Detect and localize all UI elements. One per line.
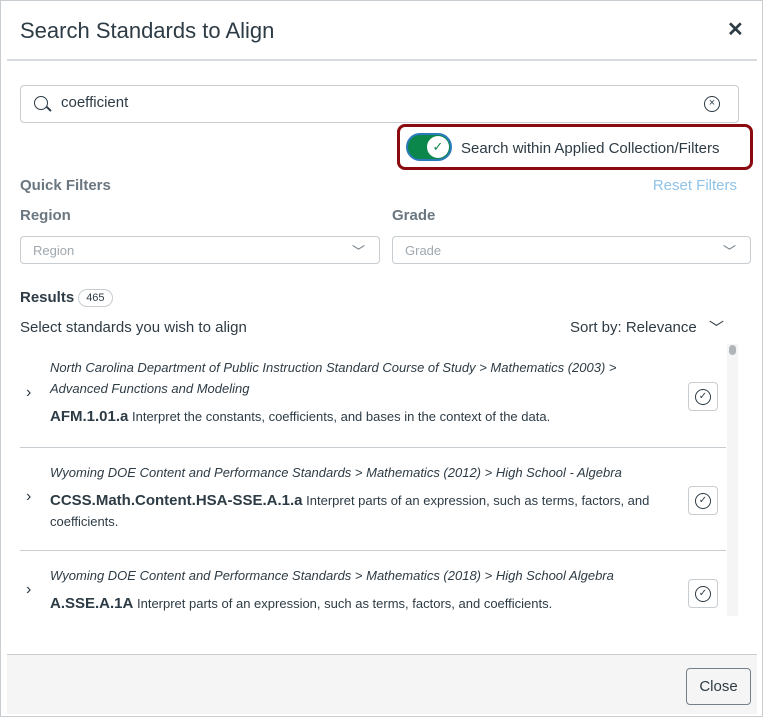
- standard-path: Wyoming DOE Content and Performance Stan…: [50, 465, 622, 480]
- toggle-label: Search within Applied Collection/Filters: [461, 140, 720, 157]
- list-item: › Wyoming DOE Content and Performance St…: [20, 551, 726, 616]
- quick-filters-heading: Quick Filters: [20, 177, 111, 194]
- region-label: Region: [20, 207, 71, 224]
- check-circle-icon: ✓: [695, 389, 711, 405]
- grade-placeholder: Grade: [405, 243, 442, 258]
- standard-code: A.SSE.A.1A: [50, 595, 134, 612]
- check-circle-icon: ✓: [695, 586, 711, 602]
- results-label: Results: [20, 289, 75, 306]
- search-icon: [34, 96, 48, 110]
- expand-chevron-icon[interactable]: ›: [26, 384, 31, 402]
- chevron-down-icon: ﹀: [722, 244, 736, 259]
- search-within-toggle[interactable]: ✓: [406, 133, 452, 161]
- standard-code: AFM.1.01.a: [50, 408, 129, 425]
- standard-description: Interpret the constants, coefficients, a…: [132, 409, 551, 424]
- close-icon[interactable]: ✕: [727, 17, 744, 42]
- modal-title: Search Standards to Align: [20, 18, 275, 43]
- search-standards-modal: Search Standards to Align ✕ × ✓ Search w…: [0, 0, 763, 717]
- grade-select[interactable]: Grade ﹀: [392, 236, 751, 264]
- modal-footer: Close: [7, 654, 757, 714]
- check-icon: ✓: [427, 136, 449, 158]
- chevron-down-icon[interactable]: ﹀: [709, 317, 724, 338]
- close-button[interactable]: Close: [686, 668, 751, 705]
- check-circle-icon: ✓: [695, 493, 711, 509]
- align-standard-button[interactable]: ✓: [688, 579, 718, 608]
- search-input[interactable]: [61, 94, 661, 111]
- align-standard-button[interactable]: ✓: [688, 486, 718, 515]
- instruction-text: Select standards you wish to align: [20, 319, 247, 336]
- standard-path: Wyoming DOE Content and Performance Stan…: [50, 568, 614, 583]
- expand-chevron-icon[interactable]: ›: [26, 488, 31, 506]
- region-placeholder: Region: [33, 243, 75, 258]
- header-divider: [7, 59, 757, 61]
- reset-filters-link[interactable]: Reset Filters: [653, 177, 737, 194]
- align-standard-button[interactable]: ✓: [688, 382, 718, 411]
- standard-path: North Carolina Department of Public Inst…: [50, 360, 617, 396]
- sort-dropdown[interactable]: Sort by: Relevance: [570, 319, 697, 336]
- standard-code: CCSS.Math.Content.HSA-SSE.A.1.a: [50, 492, 303, 509]
- list-item: › North Carolina Department of Public In…: [20, 344, 726, 448]
- region-select[interactable]: Region ﹀: [20, 236, 380, 264]
- list-item: › Wyoming DOE Content and Performance St…: [20, 448, 726, 551]
- search-within-toggle-highlight: ✓ Search within Applied Collection/Filte…: [397, 124, 753, 170]
- grade-label: Grade: [392, 207, 436, 224]
- expand-chevron-icon[interactable]: ›: [26, 581, 31, 599]
- clear-search-icon[interactable]: ×: [704, 96, 720, 112]
- results-count-badge: 465: [78, 289, 113, 307]
- standard-description: Interpret parts of an expression, such a…: [136, 596, 553, 611]
- results-list: › North Carolina Department of Public In…: [20, 344, 726, 616]
- results-heading: Results 465: [20, 289, 113, 307]
- chevron-down-icon: ﹀: [351, 244, 365, 259]
- scrollbar-thumb[interactable]: [729, 345, 736, 355]
- results-scrollbar[interactable]: [727, 344, 738, 616]
- search-field: ×: [20, 85, 739, 123]
